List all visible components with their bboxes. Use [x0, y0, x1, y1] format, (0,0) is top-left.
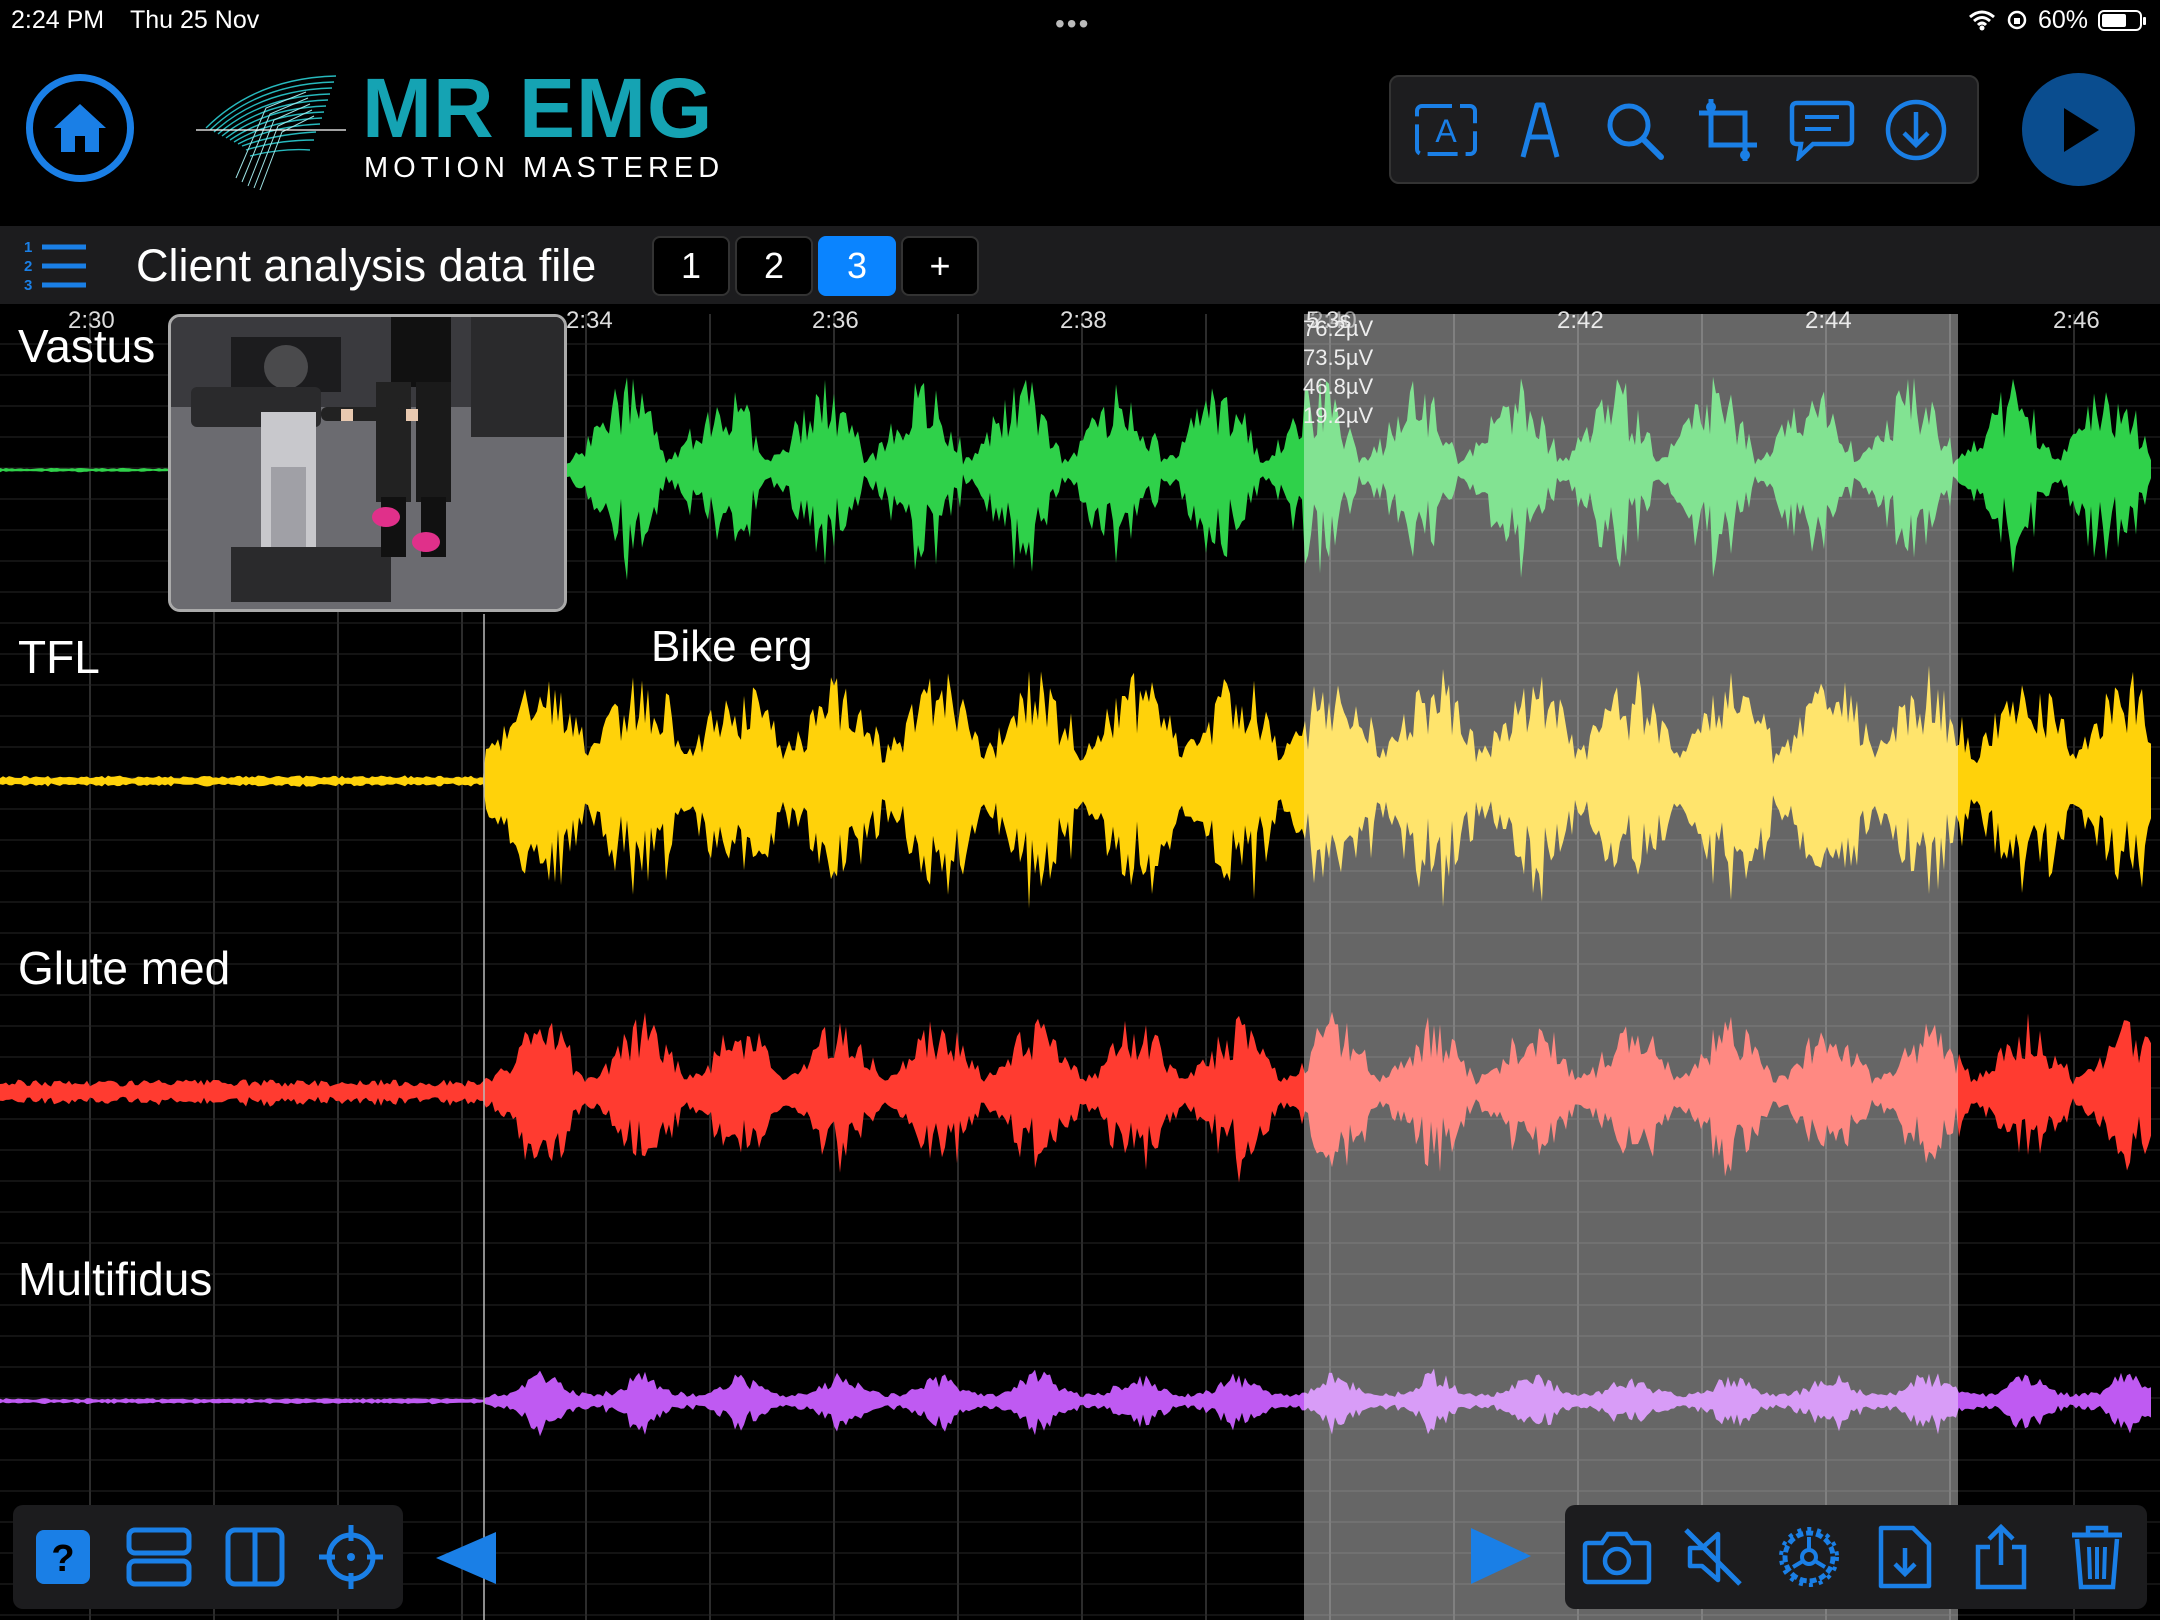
- share-icon: [1975, 1523, 2027, 1590]
- video-thumbnail[interactable]: [168, 314, 567, 612]
- brand-subtitle: MOTION MASTERED: [364, 152, 725, 184]
- next-arrow-icon[interactable]: [1467, 1526, 1533, 1586]
- status-time: 2:24 PM: [11, 6, 105, 34]
- time-label: 2:38: [1060, 307, 1107, 334]
- play-icon: [2063, 107, 2099, 152]
- readout-value: 76.2µV: [1303, 316, 1374, 341]
- split-layout-button[interactable]: [217, 1519, 293, 1595]
- settings-icon: [1779, 1527, 1839, 1587]
- page-tab-2[interactable]: 2: [735, 236, 813, 296]
- readout-value: 46.8µV: [1303, 374, 1374, 399]
- multitasking-dots[interactable]: •••: [1055, 8, 1090, 40]
- add-page-button[interactable]: +: [901, 236, 979, 296]
- status-indicators: 60%: [1968, 4, 2146, 36]
- download-icon: [1885, 99, 1947, 161]
- page-tab-3[interactable]: 3: [818, 236, 896, 296]
- bottom-right-toolbar: [1565, 1505, 2147, 1609]
- trash-icon: [2072, 1525, 2122, 1590]
- home-button[interactable]: [26, 74, 134, 182]
- svg-text:?: ?: [51, 1538, 74, 1580]
- delete-button[interactable]: [2059, 1519, 2135, 1595]
- search-button[interactable]: [1597, 93, 1671, 167]
- stacked-layout-button[interactable]: [121, 1519, 197, 1595]
- crosshair-icon: [319, 1525, 383, 1589]
- settings-button[interactable]: [1771, 1519, 1847, 1595]
- share-button[interactable]: [1963, 1519, 2039, 1595]
- camera-button[interactable]: [1579, 1519, 1655, 1595]
- crosshair-button[interactable]: [313, 1519, 389, 1595]
- pen-tool-button[interactable]: [1503, 93, 1577, 167]
- crop-button[interactable]: [1691, 93, 1765, 167]
- channel-label-glute-med: Glute med: [18, 942, 231, 994]
- text-annotation-icon: A: [1415, 104, 1477, 156]
- export-file-button[interactable]: [1867, 1519, 1943, 1595]
- previous-arrow-icon[interactable]: [434, 1530, 500, 1586]
- annotation-toolbar: A: [1389, 75, 1979, 184]
- time-label: 2:46: [2053, 307, 2100, 334]
- brand-logo-icon: [196, 75, 346, 191]
- time-label: 2:34: [566, 307, 613, 334]
- comment-button[interactable]: [1785, 93, 1859, 167]
- stacked-layout-icon: [126, 1527, 192, 1587]
- file-title: Client analysis data file: [136, 240, 597, 291]
- bottom-left-toolbar: ?: [13, 1505, 403, 1609]
- help-button[interactable]: ?: [25, 1519, 101, 1595]
- wifi-icon: [1968, 10, 1995, 31]
- mute-button[interactable]: [1675, 1519, 1751, 1595]
- download-button[interactable]: [1879, 93, 1953, 167]
- svg-text:3: 3: [24, 277, 32, 293]
- crop-icon: [1699, 99, 1757, 161]
- pen-icon: [1520, 102, 1560, 158]
- brand-title: MR EMG: [362, 61, 714, 155]
- split-layout-icon: [225, 1527, 285, 1587]
- numbered-list-icon[interactable]: 1 2 3: [20, 237, 88, 293]
- readout-value: 19.2µV: [1303, 403, 1374, 428]
- channel-label-multifidus: Multifidus: [18, 1253, 213, 1305]
- status-date: Thu 25 Nov: [130, 6, 260, 34]
- selection-region[interactable]: [1304, 314, 1958, 1620]
- readout-value: 73.5µV: [1303, 345, 1374, 370]
- text-annotation-button[interactable]: A: [1409, 93, 1483, 167]
- battery-icon: [2098, 9, 2146, 31]
- search-icon: [1607, 103, 1664, 160]
- rotation-lock-icon: [2007, 10, 2027, 30]
- channel-label-tfl: TFL: [18, 631, 100, 683]
- camera-icon: [1582, 1531, 1652, 1585]
- svg-text:A: A: [1435, 113, 1457, 149]
- annotation-label[interactable]: Bike erg: [651, 622, 812, 672]
- svg-text:2: 2: [24, 258, 32, 275]
- comment-icon: [1789, 100, 1855, 161]
- battery-percent: 60%: [2037, 5, 2088, 34]
- video-frame-image: [171, 317, 564, 609]
- mute-icon: [1684, 1528, 1742, 1586]
- help-icon: ?: [36, 1530, 90, 1584]
- play-button[interactable]: [2022, 73, 2135, 186]
- page-tab-1[interactable]: 1: [652, 236, 730, 296]
- export-file-icon: [1878, 1525, 1932, 1589]
- cursor-readout: 76.2µV 73.5µV 46.8µV 19.2µV: [1303, 314, 1373, 430]
- time-label: 2:36: [812, 307, 859, 334]
- svg-text:1: 1: [24, 239, 32, 256]
- home-icon: [54, 104, 106, 152]
